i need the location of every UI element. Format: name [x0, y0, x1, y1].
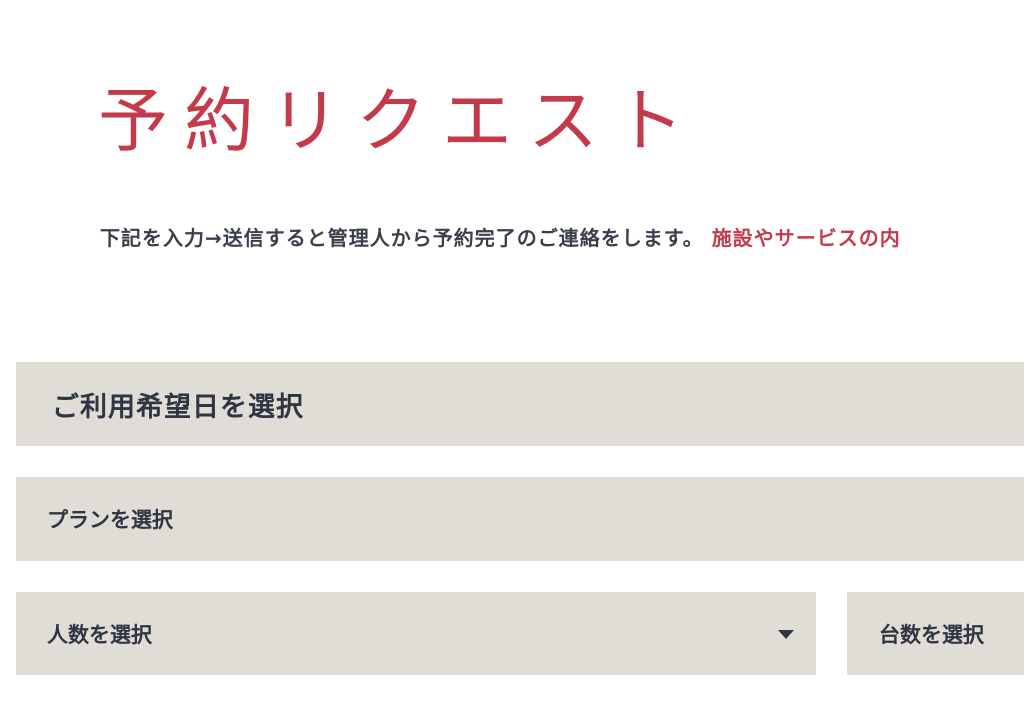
- caret-down-icon: [778, 630, 794, 639]
- people-select[interactable]: 人数を選択: [16, 592, 816, 675]
- reservation-request-page: 予約リクエスト 下記を入力→送信すると管理人から予約完了のご連絡をします。 施設…: [0, 0, 1024, 706]
- page-title: 予約リクエスト: [98, 80, 700, 162]
- intro-instructions: 下記を入力→送信すると管理人から予約完了のご連絡をします。: [100, 226, 704, 250]
- intro-text: 下記を入力→送信すると管理人から予約完了のご連絡をします。 施設やサービスの内: [100, 222, 901, 251]
- cars-select[interactable]: 台数を選択: [847, 592, 1024, 675]
- plan-select[interactable]: プランを選択: [16, 477, 1024, 561]
- date-select-placeholder: ご利用希望日を選択: [52, 391, 304, 423]
- people-select-label: 人数を選択: [47, 622, 152, 647]
- intro-accent-text: 施設やサービスの内: [711, 226, 901, 250]
- cars-select-label: 台数を選択: [879, 622, 984, 647]
- plan-select-label: プランを選択: [47, 508, 173, 532]
- date-select-field[interactable]: ご利用希望日を選択: [16, 362, 1024, 446]
